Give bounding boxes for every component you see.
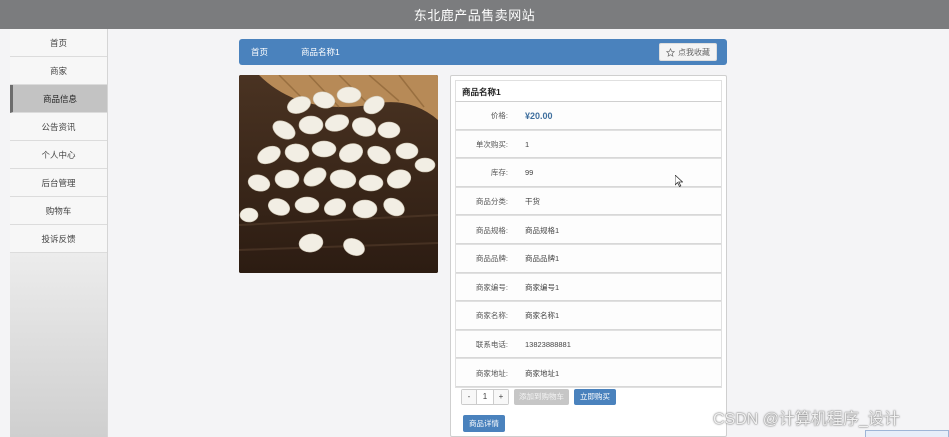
row-label: 商家编号:: [475, 282, 508, 292]
row-value: 13823888881: [525, 340, 571, 350]
info-row-address: 商家地址: 商家地址1: [455, 359, 722, 388]
info-row-price: 价格: ¥20.00: [455, 102, 722, 131]
top-header: 东北鹿产品售卖网站: [0, 0, 949, 29]
product-detail-button[interactable]: 商品详情: [463, 415, 505, 432]
row-value: 干货: [525, 197, 540, 207]
favorite-button[interactable]: 点我收藏: [659, 43, 717, 61]
info-row-single-purchase: 单次购买: 1: [455, 130, 722, 160]
info-row-merchant-name: 商家名称: 商家名称1: [455, 302, 722, 331]
info-row-spec: 商品规格: 商品规格1: [455, 216, 722, 245]
sidebar-item-news[interactable]: 公告资讯: [10, 113, 107, 141]
info-row-phone: 联系电话: 13823888881: [455, 330, 722, 360]
row-value: 99: [525, 168, 534, 178]
favorite-label: 点我收藏: [678, 47, 710, 57]
sidebar-item-feedback[interactable]: 投诉反馈: [10, 225, 107, 253]
sidebar-item-admin[interactable]: 后台管理: [10, 169, 107, 197]
row-label: 商品品牌:: [475, 254, 508, 264]
row-value: 商品规格1: [525, 225, 560, 235]
sidebar-item-cart[interactable]: 购物车: [10, 197, 107, 225]
star-outline-icon: [666, 47, 675, 57]
breadcrumb: 首页 商品名称1 点我收藏: [239, 39, 727, 65]
row-label: 价格:: [490, 111, 508, 121]
corner-toolbar: [865, 430, 949, 437]
breadcrumb-current: 商品名称1: [301, 47, 340, 57]
increment-button[interactable]: +: [494, 390, 508, 404]
row-value: 1: [525, 139, 530, 149]
info-row-merchant-id: 商家编号: 商家编号1: [455, 273, 722, 303]
row-value: 商家名称1: [525, 311, 560, 321]
quantity-input[interactable]: 1: [476, 390, 494, 404]
product-image: [239, 75, 438, 273]
decrement-button[interactable]: -: [462, 390, 476, 404]
row-value: 商家编号1: [525, 282, 560, 292]
info-row-category: 商品分类: 干货: [455, 187, 722, 217]
watermark: CSDN @计算机程序_设计: [713, 411, 900, 428]
row-label: 商家名称:: [475, 311, 508, 321]
row-label: 库存:: [490, 168, 508, 178]
product-title: 商品名称1: [455, 80, 722, 102]
info-row-brand: 商品品牌: 商品品牌1: [455, 244, 722, 274]
row-value: 商品品牌1: [525, 254, 560, 264]
sidebar-item-profile[interactable]: 个人中心: [10, 141, 107, 169]
sidebar-item-merchants[interactable]: 商家: [10, 57, 107, 85]
row-value: 商家地址1: [525, 368, 560, 378]
row-label: 联系电话:: [475, 340, 508, 350]
price-value: ¥20.00: [525, 110, 553, 121]
add-to-cart-button[interactable]: 添加到购物车: [514, 389, 569, 405]
sidebar-nav: 首页 商家 商品信息 公告资讯 个人中心 后台管理 购物车 投诉反馈: [10, 29, 108, 437]
breadcrumb-home-link[interactable]: 首页: [251, 39, 268, 65]
row-label: 单次购买:: [475, 139, 508, 149]
buy-now-button[interactable]: 立即购买: [574, 389, 616, 405]
mouse-pointer-icon: [675, 175, 683, 187]
row-label: 商品分类:: [475, 197, 508, 207]
site-title: 东北鹿产品售卖网站: [413, 8, 536, 23]
row-label: 商家地址:: [475, 368, 508, 378]
sidebar-item-products[interactable]: 商品信息: [10, 85, 107, 113]
quantity-stepper: - 1 +: [461, 389, 509, 405]
sidebar-item-home[interactable]: 首页: [10, 29, 107, 57]
product-info-panel: 商品名称1 价格: ¥20.00 单次购买: 1 库存: 99 商品分类: 干货…: [450, 75, 727, 437]
purchase-bar: - 1 + 添加到购物车 立即购买: [461, 389, 616, 405]
row-label: 商品规格:: [475, 225, 508, 235]
